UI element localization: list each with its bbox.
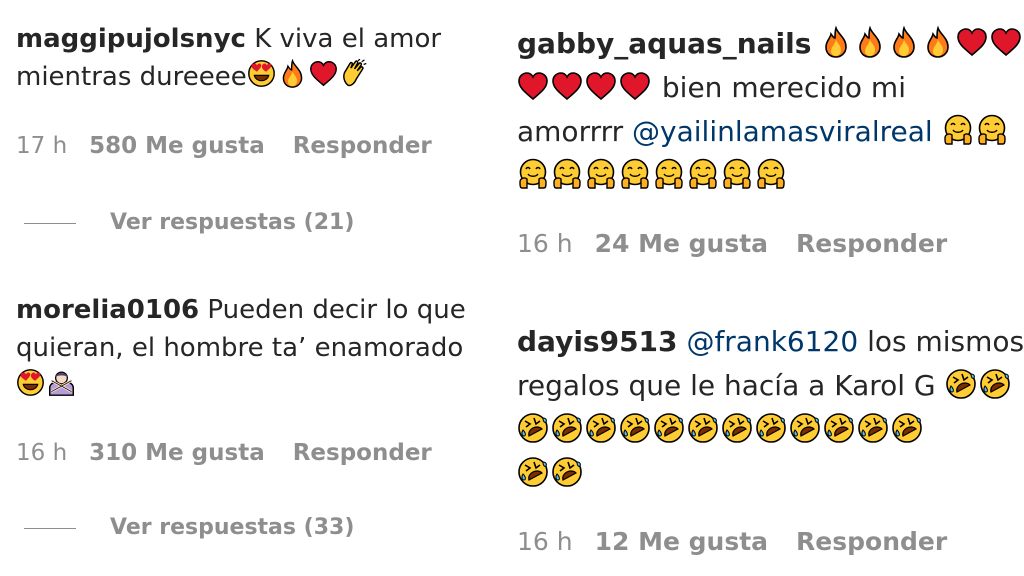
hugging-face-emoji-icon [585, 158, 617, 190]
hugging-face-emoji-icon [517, 158, 549, 190]
like-count-link[interactable]: 12 Me gusta [595, 527, 768, 556]
hugging-face-emoji-icon [551, 158, 583, 190]
no-gesture-person-emoji-icon [47, 368, 76, 397]
red-heart-emoji-icon [619, 70, 651, 102]
comment-meta: 16 h 310 Me gusta Responder [16, 440, 432, 466]
comment-time: 17 h [16, 133, 68, 159]
like-count-link[interactable]: 24 Me gusta [595, 229, 768, 258]
clapping-hands-emoji-icon [340, 59, 369, 88]
comment-dayis9513: dayis9513 @frank6120 los mismos regalos … [517, 320, 1024, 496]
comment-body: bien merecido mi [653, 71, 906, 104]
reply-button[interactable]: Responder [293, 440, 432, 466]
view-replies-button[interactable]: Ver respuestas (21) [24, 210, 354, 235]
fire-emoji-icon [820, 26, 852, 58]
comment-time: 16 h [517, 527, 573, 556]
comment-text: dayis9513 @frank6120 los mismos regalos … [517, 320, 1024, 496]
hugging-face-emoji-icon [942, 114, 974, 146]
heart-eyes-emoji-icon [247, 59, 276, 88]
comment-body: amorrrr [517, 115, 633, 148]
comment-body: K viva el amor [245, 24, 442, 54]
rolling-laughing-emoji-icon [551, 456, 583, 488]
view-replies-label: Ver respuestas (21) [110, 210, 355, 235]
red-heart-emoji-icon [517, 70, 549, 102]
like-count-link[interactable]: 580 Me gusta [89, 133, 265, 159]
red-heart-emoji-icon [309, 59, 338, 88]
comment-username[interactable]: dayis9513 [517, 325, 678, 358]
hugging-face-emoji-icon [687, 158, 719, 190]
comment-meta: 17 h 580 Me gusta Responder [16, 133, 432, 159]
view-replies-button[interactable]: Ver respuestas (33) [24, 515, 354, 540]
comment-body: los mismos [858, 325, 1024, 358]
reply-button[interactable]: Responder [796, 527, 947, 556]
comment-time: 16 h [16, 440, 68, 466]
comment-body: quieran, el hombre ta’ enamorado [16, 333, 464, 363]
fire-emoji-icon [278, 59, 307, 88]
hugging-face-emoji-icon [976, 114, 1008, 146]
replies-divider-line [24, 222, 76, 224]
comment-username[interactable]: gabby_aquas_nails [517, 27, 811, 60]
comment-body: mientras dureeee [16, 62, 247, 92]
rolling-laughing-emoji-icon [945, 368, 977, 400]
comment-meta: 16 h 24 Me gusta Responder [517, 229, 947, 258]
fire-emoji-icon [854, 26, 886, 58]
hugging-face-emoji-icon [755, 158, 787, 190]
comment-text: gabby_aquas_nails bien merecido mi amorr… [517, 22, 1024, 198]
rolling-laughing-emoji-icon [585, 412, 617, 444]
rolling-laughing-emoji-icon [619, 412, 651, 444]
hugging-face-emoji-icon [721, 158, 753, 190]
comment-username[interactable]: maggipujolsnyc [16, 24, 246, 54]
rolling-laughing-emoji-icon [721, 412, 753, 444]
rolling-laughing-emoji-icon [653, 412, 685, 444]
comment-username[interactable]: morelia0106 [16, 295, 199, 325]
comment-morelia0106: morelia0106 Pueden decir lo que quieran,… [16, 291, 486, 405]
rolling-laughing-emoji-icon [551, 412, 583, 444]
red-heart-emoji-icon [956, 26, 988, 58]
comment-time: 16 h [517, 229, 573, 258]
mention-link[interactable]: @frank6120 [686, 325, 858, 358]
hugging-face-emoji-icon [653, 158, 685, 190]
comment-text: morelia0106 Pueden decir lo que quieran,… [16, 291, 486, 405]
comment-body: Pueden decir lo que [199, 295, 466, 325]
comment-maggipujolsnyc: maggipujolsnyc K viva el amor mientras d… [16, 20, 486, 96]
fire-emoji-icon [888, 26, 920, 58]
rolling-laughing-emoji-icon [857, 412, 889, 444]
replies-divider-line [24, 527, 76, 529]
mention-link[interactable]: @yailinlamasviralreal [632, 115, 933, 148]
reply-button[interactable]: Responder [293, 133, 432, 159]
rolling-laughing-emoji-icon [687, 412, 719, 444]
rolling-laughing-emoji-icon [755, 412, 787, 444]
red-heart-emoji-icon [551, 70, 583, 102]
red-heart-emoji-icon [585, 70, 617, 102]
rolling-laughing-emoji-icon [517, 456, 549, 488]
rolling-laughing-emoji-icon [789, 412, 821, 444]
comment-body: regalos que le hacía a Karol G [517, 369, 945, 402]
rolling-laughing-emoji-icon [979, 368, 1011, 400]
hugging-face-emoji-icon [619, 158, 651, 190]
comment-gabby-aquas-nails: gabby_aquas_nails bien merecido mi amorr… [517, 22, 1024, 198]
like-count-link[interactable]: 310 Me gusta [89, 440, 265, 466]
red-heart-emoji-icon [990, 26, 1022, 58]
view-replies-label: Ver respuestas (33) [110, 515, 355, 540]
rolling-laughing-emoji-icon [517, 412, 549, 444]
rolling-laughing-emoji-icon [891, 412, 923, 444]
comment-text: maggipujolsnyc K viva el amor mientras d… [16, 20, 486, 96]
heart-eyes-emoji-icon [16, 368, 45, 397]
comment-meta: 16 h 12 Me gusta Responder [517, 527, 947, 556]
rolling-laughing-emoji-icon [823, 412, 855, 444]
fire-emoji-icon [922, 26, 954, 58]
reply-button[interactable]: Responder [796, 229, 947, 258]
